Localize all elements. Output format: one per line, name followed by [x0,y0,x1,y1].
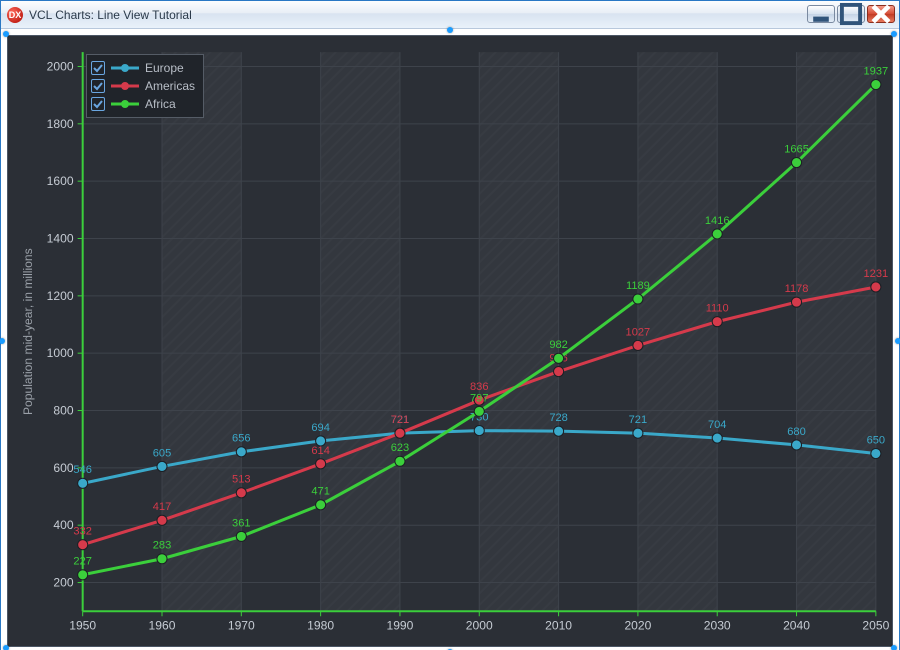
svg-text:513: 513 [232,474,251,486]
svg-text:656: 656 [232,433,251,445]
svg-text:1178: 1178 [785,283,809,295]
svg-text:614: 614 [311,445,330,457]
legend-swatch [111,81,139,91]
legend-swatch [111,99,139,109]
svg-text:1027: 1027 [626,326,651,338]
titlebar[interactable]: DX VCL Charts: Line View Tutorial [1,1,899,29]
svg-text:797: 797 [470,392,489,404]
svg-text:1665: 1665 [784,143,809,155]
svg-text:600: 600 [53,461,73,475]
checkbox-icon[interactable] [91,97,105,111]
resize-handle-icon[interactable] [3,31,9,37]
svg-text:728: 728 [549,412,568,424]
legend-label: Americas [145,79,195,93]
svg-text:471: 471 [311,486,330,498]
svg-text:1400: 1400 [47,232,74,246]
svg-text:623: 623 [391,442,410,454]
content-area: 1950 1960 1970 1980 1990 2000 2010 2020 2030 2040… [1,29,899,650]
svg-text:680: 680 [787,426,806,438]
svg-text:1416: 1416 [705,215,730,227]
svg-text:1990: 1990 [386,618,413,632]
svg-text:721: 721 [629,414,648,426]
svg-text:1189: 1189 [626,280,650,292]
svg-text:2040: 2040 [783,618,810,632]
svg-text:2030: 2030 [704,618,731,632]
checkbox-icon[interactable] [91,79,105,93]
svg-text:1800: 1800 [47,117,74,131]
legend-label: Europe [145,61,184,75]
svg-text:605: 605 [153,447,172,459]
svg-text:721: 721 [391,414,410,426]
legend[interactable]: Europe Americas Africa [86,54,204,118]
resize-handle-icon[interactable] [891,645,897,650]
svg-text:650: 650 [867,434,886,446]
svg-text:227: 227 [73,556,92,568]
window-controls [805,1,899,28]
svg-text:1937: 1937 [864,65,889,77]
chart[interactable]: 1950 1960 1970 1980 1990 2000 2010 2020 2030 2040… [7,35,893,647]
svg-text:1200: 1200 [47,289,74,303]
svg-text:417: 417 [153,501,172,513]
svg-text:694: 694 [311,422,330,434]
window-title: VCL Charts: Line View Tutorial [29,8,192,22]
resize-handle-icon[interactable] [0,338,5,344]
legend-swatch [111,63,139,73]
svg-text:2000: 2000 [466,618,493,632]
svg-text:704: 704 [708,419,727,431]
svg-text:2020: 2020 [624,618,651,632]
legend-item-europe[interactable]: Europe [91,59,195,77]
maximize-button[interactable] [837,5,865,23]
svg-text:1980: 1980 [307,618,334,632]
svg-text:1000: 1000 [47,346,74,360]
svg-text:1950: 1950 [69,618,96,632]
svg-text:Population mid-year, in millio: Population mid-year, in millions [21,248,35,415]
resize-handle-icon[interactable] [895,338,900,344]
app-window: DX VCL Charts: Line View Tutorial 195019… [0,0,900,650]
svg-text:982: 982 [549,339,568,351]
chart-canvas: 1950 1960 1970 1980 1990 2000 2010 2020 2030 2040… [8,36,892,646]
svg-text:361: 361 [232,517,251,529]
svg-text:1231: 1231 [864,268,889,280]
svg-text:1600: 1600 [47,174,74,188]
svg-text:1110: 1110 [706,303,729,315]
checkbox-icon[interactable] [91,61,105,75]
svg-text:800: 800 [53,404,73,418]
svg-text:200: 200 [53,576,73,590]
minimize-button[interactable] [807,5,835,23]
close-button[interactable] [867,5,895,23]
svg-text:1960: 1960 [149,618,176,632]
svg-text:2010: 2010 [545,618,572,632]
svg-text:332: 332 [73,526,92,538]
svg-text:2050: 2050 [862,618,889,632]
legend-item-africa[interactable]: Africa [91,95,195,113]
svg-text:283: 283 [153,540,172,552]
resize-handle-icon[interactable] [447,27,453,33]
svg-text:546: 546 [73,464,92,476]
resize-handle-icon[interactable] [3,645,9,650]
svg-text:2000: 2000 [47,60,74,74]
legend-label: Africa [145,97,176,111]
svg-text:1970: 1970 [228,618,255,632]
resize-handle-icon[interactable] [891,31,897,37]
svg-text:400: 400 [53,518,73,532]
legend-item-americas[interactable]: Americas [91,77,195,95]
app-icon: DX [7,7,23,23]
